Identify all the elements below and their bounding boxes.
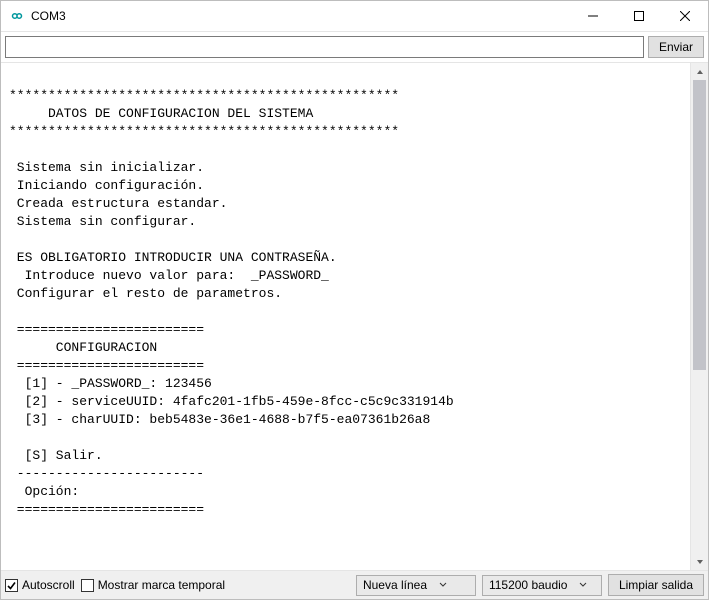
command-input[interactable] [5, 36, 644, 58]
baud-rate-value: 115200 baudio [489, 578, 568, 592]
titlebar: COM3 [1, 1, 708, 32]
clear-output-button[interactable]: Limpiar salida [608, 574, 704, 596]
autoscroll-label: Autoscroll [22, 578, 75, 592]
line-ending-select[interactable]: Nueva línea [356, 575, 476, 596]
command-row: Enviar [1, 32, 708, 62]
window-title: COM3 [31, 9, 570, 23]
chevron-down-icon [435, 581, 451, 589]
output-area: ****************************************… [1, 62, 708, 571]
maximize-button[interactable] [616, 1, 662, 31]
arduino-icon [9, 8, 25, 24]
scroll-up-arrow[interactable] [691, 63, 708, 80]
close-button[interactable] [662, 1, 708, 31]
checkbox-box-icon [81, 579, 94, 592]
line-ending-value: Nueva línea [363, 578, 427, 592]
serial-monitor-window: COM3 Enviar ****************************… [0, 0, 709, 600]
bottom-toolbar: Autoscroll Mostrar marca temporal Nueva … [1, 571, 708, 599]
timestamp-checkbox[interactable]: Mostrar marca temporal [81, 578, 225, 592]
scroll-thumb[interactable] [693, 80, 706, 370]
vertical-scrollbar[interactable] [690, 63, 708, 570]
checkbox-box-icon [5, 579, 18, 592]
send-button[interactable]: Enviar [648, 36, 704, 58]
window-controls [570, 1, 708, 31]
autoscroll-checkbox[interactable]: Autoscroll [5, 578, 75, 592]
chevron-down-icon [575, 581, 591, 589]
minimize-button[interactable] [570, 1, 616, 31]
scroll-down-arrow[interactable] [691, 553, 708, 570]
serial-output[interactable]: ****************************************… [1, 63, 690, 570]
baud-rate-select[interactable]: 115200 baudio [482, 575, 602, 596]
timestamp-label: Mostrar marca temporal [98, 578, 225, 592]
